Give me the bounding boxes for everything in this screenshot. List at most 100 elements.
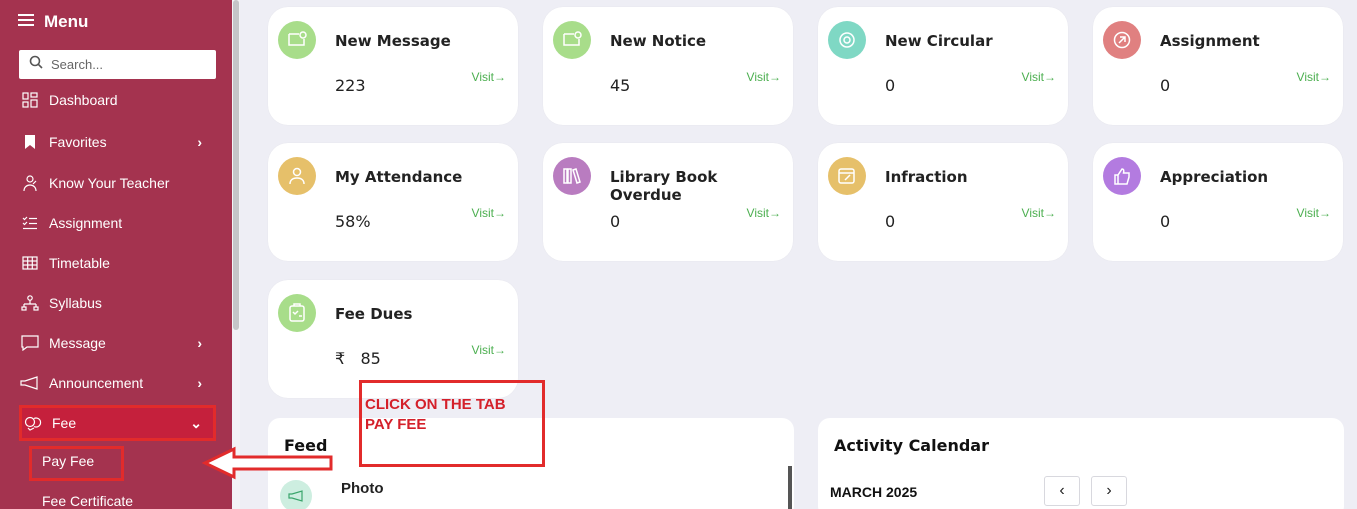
chevron-right-icon: › xyxy=(197,375,202,391)
card-value: 0 xyxy=(885,76,896,95)
sidebar-item-label: Favorites xyxy=(49,134,107,150)
sidebar-subitem-fee-certificate[interactable]: Fee Certificate xyxy=(42,493,133,509)
card-title: New Message xyxy=(335,32,451,50)
card-appreciation[interactable]: Appreciation 0 Visit→ xyxy=(1093,143,1343,261)
chevron-right-icon: › xyxy=(197,134,202,150)
card-new-notice[interactable]: New Notice 45 Visit→ xyxy=(543,7,793,125)
library-icon xyxy=(553,157,591,195)
sidebar-item-label: Syllabus xyxy=(49,295,102,311)
card-value: 45 xyxy=(610,76,631,95)
activity-calendar-panel: Activity Calendar MARCH 2025 ‹ › xyxy=(818,418,1344,509)
card-value: 0 xyxy=(1160,212,1171,231)
arrow-right-icon: → xyxy=(1044,206,1056,220)
pay-fee-highlight-box xyxy=(29,446,124,481)
card-title: Infraction xyxy=(885,168,968,186)
sidebar-item-know-your-teacher[interactable]: Know Your Teacher xyxy=(19,169,216,197)
card-new-message[interactable]: New Message 223 Visit→ xyxy=(268,7,518,125)
search-icon xyxy=(29,55,43,74)
card-title: Assignment xyxy=(1160,32,1260,50)
card-value: 0 xyxy=(610,212,621,231)
bookmark-icon xyxy=(19,133,41,151)
feed-item-title[interactable]: Photo xyxy=(341,480,384,497)
sidebar-item-message[interactable]: Message › xyxy=(19,329,216,357)
sidebar-item-label: Assignment xyxy=(49,215,123,231)
assignment-icon xyxy=(1103,21,1141,59)
sitemap-icon xyxy=(19,294,41,312)
menu-header[interactable]: Menu xyxy=(18,12,88,32)
visit-link[interactable]: Visit→ xyxy=(1297,206,1331,220)
arrow-right-icon: → xyxy=(494,70,506,84)
arrow-right-icon: → xyxy=(769,206,781,220)
fee-dues-icon xyxy=(278,294,316,332)
annotation-arrow-icon xyxy=(201,446,333,480)
calendar-month: MARCH 2025 xyxy=(830,484,918,500)
calendar-next-button[interactable]: › xyxy=(1091,476,1127,506)
arrow-right-icon: → xyxy=(769,70,781,84)
sidebar-item-announcement[interactable]: Announcement › xyxy=(19,369,216,397)
sidebar-item-assignment[interactable]: Assignment xyxy=(19,209,216,237)
card-title: Library Book Overdue xyxy=(610,168,718,204)
visit-link[interactable]: Visit→ xyxy=(472,70,506,84)
sidebar-item-label: Know Your Teacher xyxy=(49,175,170,191)
arrow-right-icon: → xyxy=(494,206,506,220)
arrow-right-icon: → xyxy=(1319,70,1331,84)
card-new-circular[interactable]: New Circular 0 Visit→ xyxy=(818,7,1068,125)
visit-link[interactable]: Visit→ xyxy=(1022,206,1056,220)
list-check-icon xyxy=(19,214,41,232)
message-icon xyxy=(278,21,316,59)
calendar-prev-button[interactable]: ‹ xyxy=(1044,476,1080,506)
card-value: 58% xyxy=(335,212,371,231)
chevron-right-icon: › xyxy=(1106,482,1112,499)
megaphone-icon xyxy=(280,480,312,509)
visit-link[interactable]: Visit→ xyxy=(472,206,506,220)
hamburger-icon[interactable] xyxy=(18,12,34,32)
card-title: Fee Dues xyxy=(335,305,413,323)
sidebar-item-timetable[interactable]: Timetable xyxy=(19,249,216,277)
chevron-right-icon: › xyxy=(197,335,202,351)
feed-scrollbar[interactable] xyxy=(788,466,792,509)
sidebar-item-dashboard[interactable]: Dashboard xyxy=(19,86,216,114)
card-assignment[interactable]: Assignment 0 Visit→ xyxy=(1093,7,1343,125)
visit-link[interactable]: Visit→ xyxy=(472,343,506,357)
grid-icon xyxy=(19,254,41,272)
dashboard-icon xyxy=(19,91,41,109)
visit-link[interactable]: Visit→ xyxy=(747,70,781,84)
card-infraction[interactable]: Infraction 0 Visit→ xyxy=(818,143,1068,261)
card-value: 223 xyxy=(335,76,366,95)
chat-icon xyxy=(19,334,41,352)
infraction-icon xyxy=(828,157,866,195)
teacher-icon xyxy=(19,174,41,192)
sidebar-item-label: Timetable xyxy=(49,255,110,271)
arrow-right-icon: → xyxy=(1319,206,1331,220)
chevron-left-icon: ‹ xyxy=(1059,482,1065,499)
sidebar: Menu Dashboard Favorites › Know Your Tea… xyxy=(0,0,232,509)
card-my-attendance[interactable]: My Attendance 58% Visit→ xyxy=(268,143,518,261)
attendance-icon xyxy=(278,157,316,195)
sidebar-item-label: Dashboard xyxy=(49,92,118,108)
card-title: New Circular xyxy=(885,32,993,50)
search-box[interactable] xyxy=(19,50,216,79)
sidebar-item-fee[interactable]: Fee ⌄ xyxy=(19,405,216,441)
arrow-right-icon: → xyxy=(1044,70,1056,84)
megaphone-icon xyxy=(19,374,41,392)
card-library-book-overdue[interactable]: Library Book Overdue 0 Visit→ xyxy=(543,143,793,261)
sidebar-item-label: Announcement xyxy=(49,375,144,391)
card-title: My Attendance xyxy=(335,168,463,186)
sidebar-item-favorites[interactable]: Favorites › xyxy=(19,128,216,156)
activity-calendar-title: Activity Calendar xyxy=(834,436,989,455)
visit-link[interactable]: Visit→ xyxy=(747,206,781,220)
visit-link[interactable]: Visit→ xyxy=(1022,70,1056,84)
notice-icon xyxy=(553,21,591,59)
card-value: 0 xyxy=(885,212,896,231)
scrollbar-thumb[interactable] xyxy=(233,0,239,330)
visit-link[interactable]: Visit→ xyxy=(1297,70,1331,84)
card-value: 0 xyxy=(1160,76,1171,95)
sidebar-item-label: Fee xyxy=(52,415,77,431)
card-title: New Notice xyxy=(610,32,707,50)
sidebar-item-syllabus[interactable]: Syllabus xyxy=(19,289,216,317)
arrow-right-icon: → xyxy=(494,343,506,357)
search-input[interactable] xyxy=(51,57,201,72)
sidebar-scrollbar[interactable] xyxy=(232,0,240,509)
annotation-line-2: PAY FEE xyxy=(365,416,427,433)
chevron-down-icon: ⌄ xyxy=(190,414,202,431)
